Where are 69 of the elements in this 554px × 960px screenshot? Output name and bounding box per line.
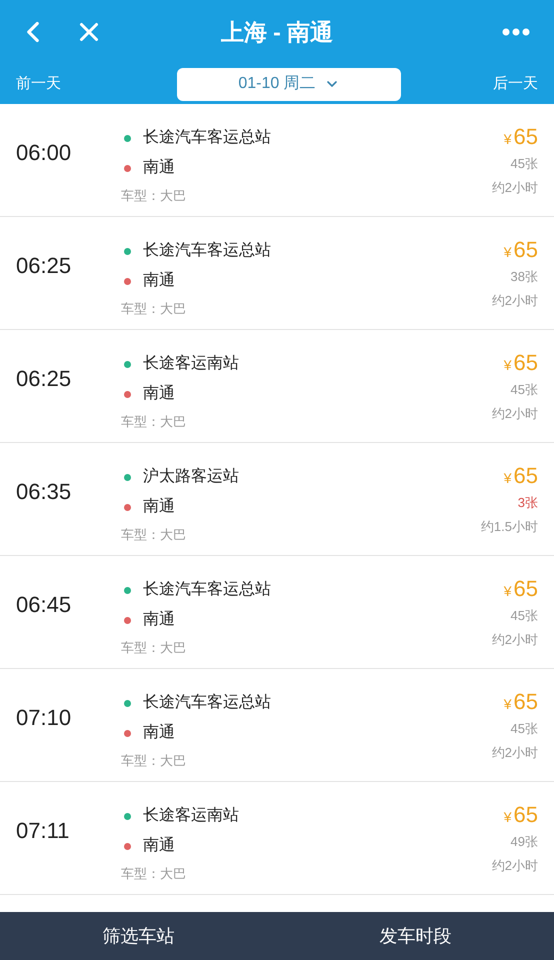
origin-station: 沪太路客运站 <box>143 466 239 487</box>
seats-left: 45张 <box>510 381 538 399</box>
trip-row[interactable]: 06:25 长途汽车客运总站 南通 车型：大巴 ¥65 38张 约2小时 <box>0 217 554 330</box>
trip-duration: 约2小时 <box>492 744 538 762</box>
vehicle-type: 车型：大巴 <box>121 526 187 544</box>
origin-station: 长途汽车客运总站 <box>143 240 271 261</box>
seats-left: 3张 <box>518 494 538 512</box>
vehicle-type: 车型：大巴 <box>121 865 187 883</box>
trip-row[interactable]: 07:10 长途汽车客运总站 南通 车型：大巴 ¥65 45张 约2小时 <box>0 669 554 782</box>
trip-duration: 约2小时 <box>492 630 538 648</box>
departure-time: 06:45 <box>16 591 72 619</box>
ticket-price: 65 <box>514 578 538 600</box>
ticket-price: 65 <box>514 352 538 374</box>
departure-time: 06:35 <box>16 478 72 506</box>
more-icon <box>502 28 530 36</box>
page-title: 上海 - 南通 <box>220 18 334 47</box>
ticket-price: 65 <box>514 691 538 713</box>
trip-row[interactable]: 06:35 沪太路客运站 南通 车型：大巴 ¥65 3张 约1.5小时 <box>0 443 554 556</box>
departure-time: 06:25 <box>16 365 72 393</box>
seats-left: 49张 <box>510 833 538 851</box>
currency-symbol: ¥ <box>504 356 512 375</box>
origin-station: 长途客运南站 <box>143 806 239 826</box>
destination-station: 南通 <box>143 722 175 743</box>
seats-left: 45张 <box>510 720 538 738</box>
departure-time: 06:25 <box>16 252 72 280</box>
origin-station: 长途客运南站 <box>143 354 239 374</box>
departure-time: 06:00 <box>16 139 72 167</box>
vehicle-type: 车型：大巴 <box>121 639 187 657</box>
seats-left: 45张 <box>510 607 538 625</box>
seats-left: 38张 <box>510 268 538 286</box>
trip-row[interactable]: 06:00 长途汽车客运总站 南通 车型：大巴 ¥65 45张 约2小时 <box>0 104 554 217</box>
currency-symbol: ¥ <box>504 808 512 827</box>
filter-tab[interactable]: 筛选车站 <box>0 912 277 960</box>
ticket-price: 65 <box>514 804 538 826</box>
trip-row[interactable]: 06:25 长途客运南站 南通 车型：大巴 ¥65 45张 约2小时 <box>0 330 554 443</box>
trip-row[interactable]: 06:45 长途汽车客运总站 南通 车型：大巴 ¥65 45张 约2小时 <box>0 556 554 669</box>
destination-station: 南通 <box>143 270 175 291</box>
currency-symbol: ¥ <box>504 695 512 714</box>
ticket-price: 65 <box>514 126 538 148</box>
departure-time: 07:11 <box>16 817 70 845</box>
vehicle-type: 车型：大巴 <box>121 413 187 431</box>
origin-station: 长途汽车客运总站 <box>143 692 271 713</box>
destination-station: 南通 <box>143 158 175 178</box>
filter-tab[interactable]: 发车时段 <box>277 912 554 960</box>
trip-row[interactable]: 07:11 长途客运南站 南通 车型：大巴 ¥65 49张 约2小时 <box>0 782 554 895</box>
currency-symbol: ¥ <box>504 582 512 601</box>
vehicle-type: 车型：大巴 <box>121 752 187 770</box>
more-button[interactable] <box>502 28 530 36</box>
departure-time: 07:10 <box>16 704 72 732</box>
destination-station: 南通 <box>143 610 175 630</box>
trip-duration: 约2小时 <box>492 292 538 310</box>
vehicle-type: 车型：大巴 <box>121 300 187 318</box>
destination-station: 南通 <box>143 384 175 404</box>
currency-symbol: ¥ <box>504 243 512 262</box>
trip-duration: 约2小时 <box>492 404 538 422</box>
destination-station: 南通 <box>143 836 175 856</box>
ticket-price: 65 <box>514 465 538 487</box>
date-picker[interactable]: 01-10 周二 <box>177 68 401 100</box>
seats-left: 45张 <box>510 155 538 173</box>
origin-station: 长途汽车客运总站 <box>143 580 271 600</box>
currency-symbol: ¥ <box>504 130 512 149</box>
origin-station: 长途汽车客运总站 <box>143 128 271 148</box>
trip-duration: 约2小时 <box>492 178 538 196</box>
currency-symbol: ¥ <box>504 469 512 488</box>
vehicle-type: 车型：大巴 <box>121 187 187 205</box>
trip-duration: 约1.5小时 <box>480 518 538 536</box>
destination-station: 南通 <box>143 496 175 517</box>
trip-duration: 约2小时 <box>492 856 538 874</box>
ticket-price: 65 <box>514 239 538 261</box>
